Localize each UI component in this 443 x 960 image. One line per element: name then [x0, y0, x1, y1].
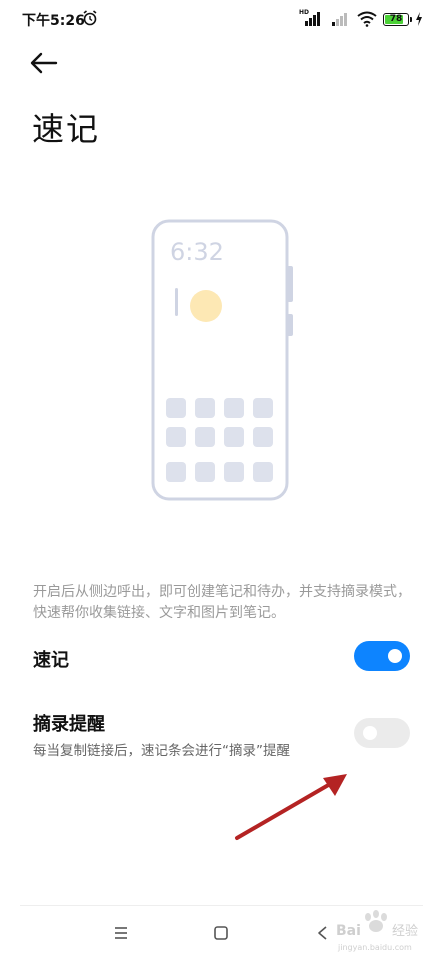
- toggle-knob: [388, 649, 402, 663]
- wifi-icon: [357, 11, 377, 27]
- page-title: 速记: [32, 110, 101, 148]
- clock-text: 6:32: [170, 238, 224, 266]
- svg-text:Bai: Bai: [336, 923, 361, 939]
- charging-icon: [416, 12, 422, 26]
- quick-note-label: 速记: [33, 650, 69, 671]
- quick-note-toggle[interactable]: [354, 641, 410, 671]
- battery-icon: 78: [383, 12, 412, 26]
- battery-level: 78: [389, 13, 403, 24]
- menu-icon: [115, 927, 127, 939]
- svg-text:jingyan.baidu.com: jingyan.baidu.com: [337, 943, 412, 952]
- feature-description: 开启后从侧边呼出，即可创建笔记和待办，并支持摘录模式，快速帮你收集链接、文字和图…: [33, 584, 411, 621]
- menu-button[interactable]: [106, 921, 136, 945]
- excerpt-reminder-subtitle: 每当复制链接后，速记条会进行“摘录”提醒: [33, 743, 290, 759]
- excerpt-reminder-label: 摘录提醒: [33, 714, 105, 735]
- back-triangle-icon: [318, 926, 327, 940]
- back-button[interactable]: [26, 48, 62, 78]
- status-bar: 下午5:26 HD 78: [0, 0, 443, 38]
- home-icon: [214, 926, 228, 940]
- signal-icon-2: [332, 13, 347, 26]
- svg-text:经验: 经验: [392, 923, 418, 939]
- signal-icon: HD: [299, 9, 325, 26]
- excerpt-reminder-toggle[interactable]: [354, 718, 410, 748]
- arrow-left-icon: [30, 52, 58, 74]
- toggle-knob: [363, 726, 377, 740]
- status-time: 下午5:26: [22, 13, 85, 29]
- phone-illustration: 6:32: [151, 219, 293, 501]
- status-icons: HD 78: [299, 9, 423, 28]
- baidu-jingyan-watermark: Bai 经验 jingyan.baidu.com: [336, 910, 418, 952]
- home-button[interactable]: [206, 921, 236, 945]
- alarm-icon: [83, 10, 97, 26]
- annotation-arrow: [235, 774, 347, 840]
